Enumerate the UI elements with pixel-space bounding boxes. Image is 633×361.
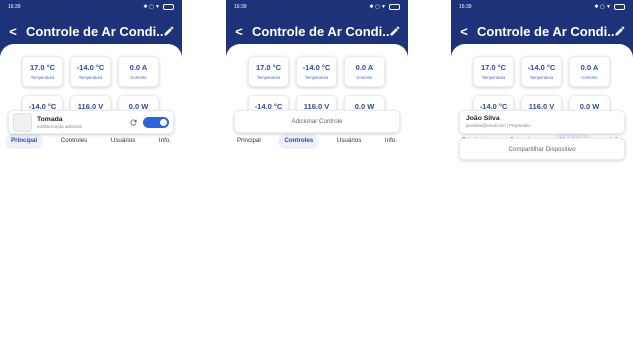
tab-bar: Principal Controles Usuários Info. (4, 132, 178, 148)
content-sheet: 17.0 °C Temperatura -14.0 °C Temperatura 0… (0, 44, 182, 361)
metric-label: Temperatura (256, 75, 281, 80)
phone-screen-usuarios: 16:39 ✱ ▢ ▼ < Controle de Ar Condi... 17… (451, 0, 633, 361)
device-name: Tomada (37, 115, 63, 123)
metric-label: Corrente (581, 75, 598, 80)
metric-value: -14.0 °C (302, 63, 331, 72)
tab-bar: Principal Controles Usuários Info. (230, 132, 404, 148)
app-bar: < Controle de Ar Condi... (451, 20, 633, 42)
phone-screen-principal: 16:39 ✱ ▢ ▼ < Controle de Ar Condi... 17… (0, 0, 182, 361)
device-subtitle: Info/Descrição adicional (37, 123, 82, 129)
metric-value: 0.0 A (580, 63, 599, 72)
metric-label: Corrente (356, 75, 373, 80)
metric-label: Temperatura (304, 75, 329, 80)
page-title: Controle de Ar Condi... (252, 23, 389, 39)
app-bar: < Controle de Ar Condi... (0, 20, 182, 42)
power-toggle[interactable] (143, 116, 169, 128)
back-arrow-icon[interactable]: < (7, 24, 19, 39)
metric-value: 17.0 °C (480, 63, 507, 72)
tab-info[interactable]: Info. (380, 134, 402, 147)
refresh-icon[interactable] (129, 118, 138, 127)
status-time: 16:39 (234, 4, 247, 10)
content-sheet: 17.0 °C Temperatura -14.0 °C Temperatura 0… (451, 44, 633, 361)
status-bar: 16:39 ✱ ▢ ▼ (0, 0, 182, 14)
user-name: João Silva (466, 115, 500, 122)
back-arrow-icon[interactable]: < (458, 24, 470, 39)
metric-card: 17.0 °C Temperatura (248, 56, 289, 87)
tab-usuarios[interactable]: Usuários (106, 134, 140, 147)
metric-card: 0.0 A Corrente (569, 56, 610, 87)
status-symbols: ✱ ▢ ▼ (369, 4, 386, 10)
metric-label: Temperatura (30, 75, 55, 80)
tab-controles[interactable]: Controles (279, 133, 319, 147)
status-time: 16:39 (8, 4, 21, 10)
page-title: Controle de Ar Condi... (477, 23, 614, 39)
metric-value: 17.0 °C (29, 63, 56, 72)
status-bar: 16:39 ✱ ▢ ▼ (451, 0, 633, 14)
metric-value: 0.0 A (129, 63, 148, 72)
metric-card: -14.0 °C Temperatura (70, 56, 111, 87)
metric-value: 0.0 A (355, 63, 374, 72)
metric-label: Temperatura (529, 75, 554, 80)
metric-card: 17.0 °C Temperatura (22, 56, 63, 87)
app-bar: < Controle de Ar Condi... (226, 20, 408, 42)
metric-value: 17.0 °C (255, 63, 282, 72)
toggle-knob (160, 118, 167, 126)
edit-pencil-icon[interactable] (614, 25, 626, 37)
metric-label: Temperatura (78, 75, 103, 80)
back-arrow-icon[interactable]: < (233, 24, 245, 39)
metric-card: 17.0 °C Temperatura (473, 56, 514, 87)
status-time: 16:39 (459, 4, 472, 10)
metric-label: Temperatura (481, 75, 506, 80)
device-card[interactable]: Tomada Info/Descrição adicional (8, 110, 174, 134)
add-control-button[interactable]: Adicionar Controle (234, 110, 400, 133)
metric-card: -14.0 °C Temperatura (521, 56, 562, 87)
tab-usuarios[interactable]: Usuários (332, 134, 366, 147)
tab-principal[interactable]: Principal (232, 134, 266, 147)
battery-icon (389, 4, 400, 10)
battery-icon (163, 4, 174, 10)
status-symbols: ✱ ▢ ▼ (143, 4, 160, 10)
metric-value: -14.0 °C (527, 63, 556, 72)
device-thumbnail (13, 112, 32, 132)
tab-principal[interactable]: Principal (6, 133, 43, 147)
metric-card: 0.0 A Corrente (344, 56, 385, 87)
metric-value: -14.0 °C (76, 63, 105, 72)
status-bar: 16:39 ✱ ▢ ▼ (226, 0, 408, 14)
metric-card: -14.0 °C Temperatura (296, 56, 337, 87)
status-icons: ✱ ▢ ▼ (594, 4, 625, 10)
metric-card: 0.0 A Corrente (118, 56, 159, 87)
tab-info[interactable]: Info. (154, 134, 176, 147)
tab-controles[interactable]: Controles (56, 134, 92, 147)
user-subtitle: joaosilva@email.com | Proprietário (466, 123, 531, 128)
user-card[interactable]: João Silva joaosilva@email.com | Proprie… (459, 110, 625, 134)
device-text: Tomada Info/Descrição adicional (37, 116, 129, 129)
page-title: Controle de Ar Condi... (26, 23, 163, 39)
edit-pencil-icon[interactable] (389, 25, 401, 37)
status-icons: ✱ ▢ ▼ (369, 4, 400, 10)
edit-pencil-icon[interactable] (163, 25, 175, 37)
phone-screen-controles: 16:39 ✱ ▢ ▼ < Controle de Ar Condi... 17… (226, 0, 408, 361)
content-sheet: 17.0 °C Temperatura -14.0 °C Temperatura 0… (226, 44, 408, 361)
status-symbols: ✱ ▢ ▼ (594, 4, 611, 10)
metric-label: Corrente (130, 75, 147, 80)
status-icons: ✱ ▢ ▼ (143, 4, 174, 10)
share-device-button[interactable]: Compartilhar Dispositivo (459, 138, 625, 160)
battery-icon (614, 4, 625, 10)
